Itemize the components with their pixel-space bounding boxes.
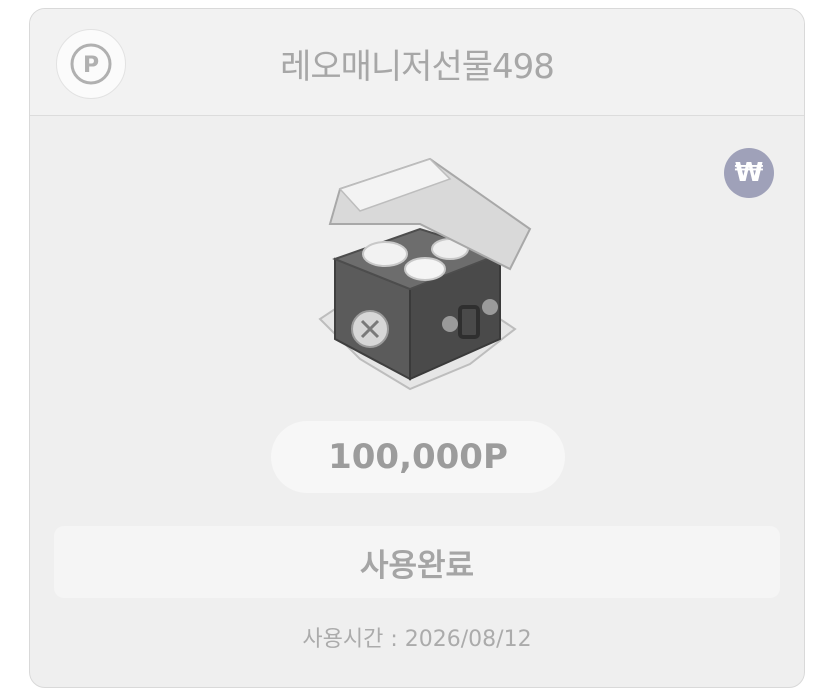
treasure-chest-icon — [300, 149, 540, 409]
gift-card: P 레오매니저선물498 ₩ 100,000P 사용완료 사용시간: 2026… — [29, 8, 805, 688]
usage-time-separator: : — [383, 627, 405, 652]
usage-date: 2026/08/12 — [404, 627, 532, 652]
card-header: P 레오매니저선물498 — [30, 9, 804, 116]
won-currency-icon: ₩ — [724, 148, 774, 198]
point-coin-icon: P — [56, 29, 126, 99]
usage-time: 사용시간 : 2026/08/12 — [30, 621, 804, 653]
gift-title: 레오매니저선물498 — [280, 47, 555, 87]
usage-time-label: 사용시간 — [302, 627, 384, 652]
svg-text:P: P — [83, 53, 99, 78]
point-amount: 100,000P — [271, 421, 565, 493]
used-status-button[interactable]: 사용완료 — [54, 526, 780, 598]
